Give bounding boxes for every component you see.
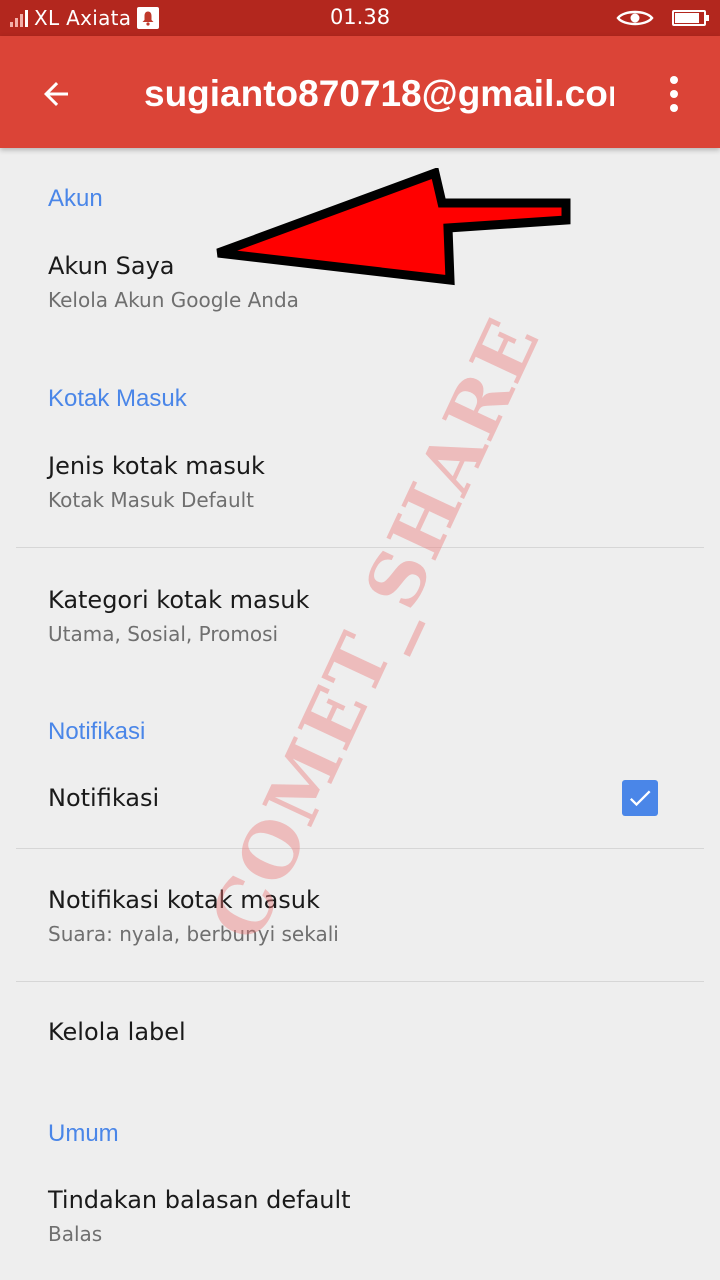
arrow-back-icon [44,82,68,106]
back-button[interactable] [32,70,80,118]
setting-subtitle: Kotak Masuk Default [48,488,255,512]
setting-title: Akun Saya [48,252,175,280]
section-header-kotak-masuk: Kotak Masuk [48,385,187,412]
app-bar: sugianto870718@gmail.com [0,36,720,148]
section-header-akun: Akun [48,185,103,212]
setting-tindakan-balasan-default[interactable]: Tindakan balasan default Balas [0,1172,720,1272]
more-vert-icon-dot [670,90,678,98]
divider [16,981,704,982]
divider [16,848,704,849]
notifikasi-checkbox[interactable] [622,780,658,816]
setting-subtitle: Utama, Sosial, Promosi [48,622,279,646]
setting-notifikasi-kotak-masuk[interactable]: Notifikasi kotak masuk Suara: nyala, ber… [0,872,720,972]
setting-title: Tindakan balasan default [48,1186,351,1214]
setting-subtitle: Kelola Akun Google Anda [48,288,299,312]
annotation-arrow-icon [216,168,571,286]
eye-icon [616,10,654,26]
status-time: 01.38 [329,5,391,29]
more-options-button[interactable] [654,72,694,116]
battery-icon [672,10,709,26]
setting-kategori-kotak-masuk[interactable]: Kategori kotak masuk Utama, Sosial, Prom… [0,572,720,672]
status-right [616,6,709,30]
section-header-umum: Umum [48,1120,119,1147]
setting-subtitle: Balas [48,1222,103,1246]
account-email-title: sugianto870718@gmail.com [144,73,614,114]
divider [16,547,704,548]
setting-title: Notifikasi kotak masuk [48,886,320,914]
setting-title: Jenis kotak masuk [48,452,265,480]
status-bar: XL Axiata 01.38 [0,0,720,36]
setting-title: Notifikasi [48,784,160,812]
more-vert-icon-dot [670,104,678,112]
setting-title: Kategori kotak masuk [48,586,310,614]
setting-subtitle: Suara: nyala, berbunyi sekali [48,922,339,946]
more-vert-icon-dot [670,76,678,84]
setting-jenis-kotak-masuk[interactable]: Jenis kotak masuk Kotak Masuk Default [0,438,720,538]
settings-list: Akun Akun Saya Kelola Akun Google Anda K… [0,148,720,1280]
setting-notifikasi[interactable]: Notifikasi [0,764,720,848]
section-header-notifikasi: Notifikasi [48,718,146,745]
check-icon [629,790,651,807]
setting-kelola-label[interactable]: Kelola label [0,1004,720,1084]
setting-title: Kelola label [48,1018,186,1046]
